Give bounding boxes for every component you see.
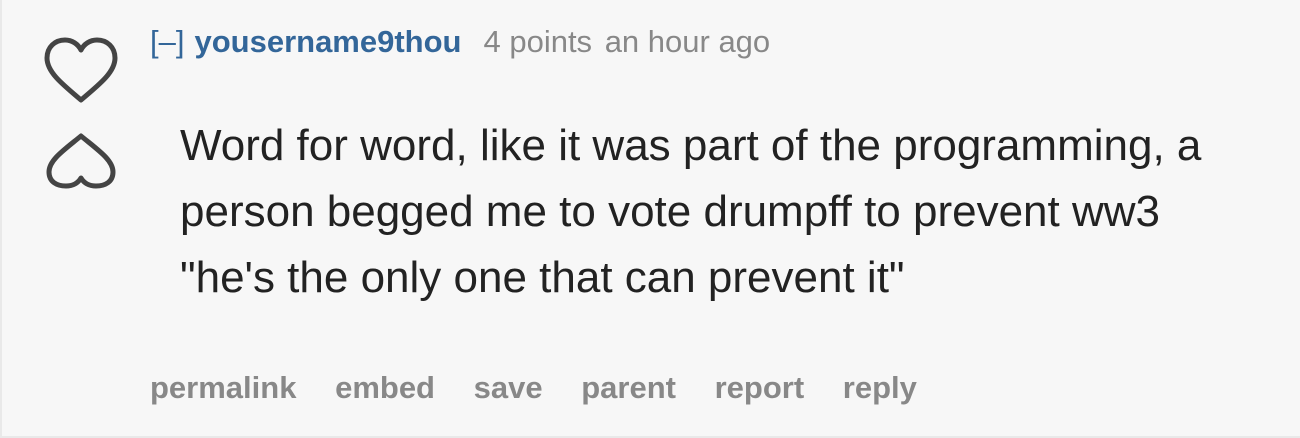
score: 4 points [483,24,593,59]
comment-actions: permalink embed save parent report reply [150,366,947,410]
timestamp: an hour ago [604,24,771,59]
comment-line: "he's the only one that can prevent it" [180,253,905,302]
report-button[interactable]: report [715,370,805,405]
comment-line: Word for word, like it was part of the p… [180,121,1202,170]
comment: [–] yousername9thou 4 points an hour ago W… [0,0,1300,438]
comment-body: Word for word, like it was part of the p… [180,113,1290,311]
reply-button[interactable]: reply [843,370,917,405]
downvote-heart-icon[interactable] [44,128,118,192]
permalink-button[interactable]: permalink [150,370,296,405]
collapse-toggle[interactable]: [–] [150,24,184,59]
comment-line: person begged me to vote drumpff to prev… [180,187,1160,236]
upvote-heart-icon[interactable] [42,36,120,106]
comment-tagline: [–] yousername9thou 4 points an hour ago [150,22,770,62]
author-link[interactable]: yousername9thou [194,24,461,59]
embed-button[interactable]: embed [335,370,435,405]
save-button[interactable]: save [474,370,543,405]
parent-button[interactable]: parent [581,370,676,405]
